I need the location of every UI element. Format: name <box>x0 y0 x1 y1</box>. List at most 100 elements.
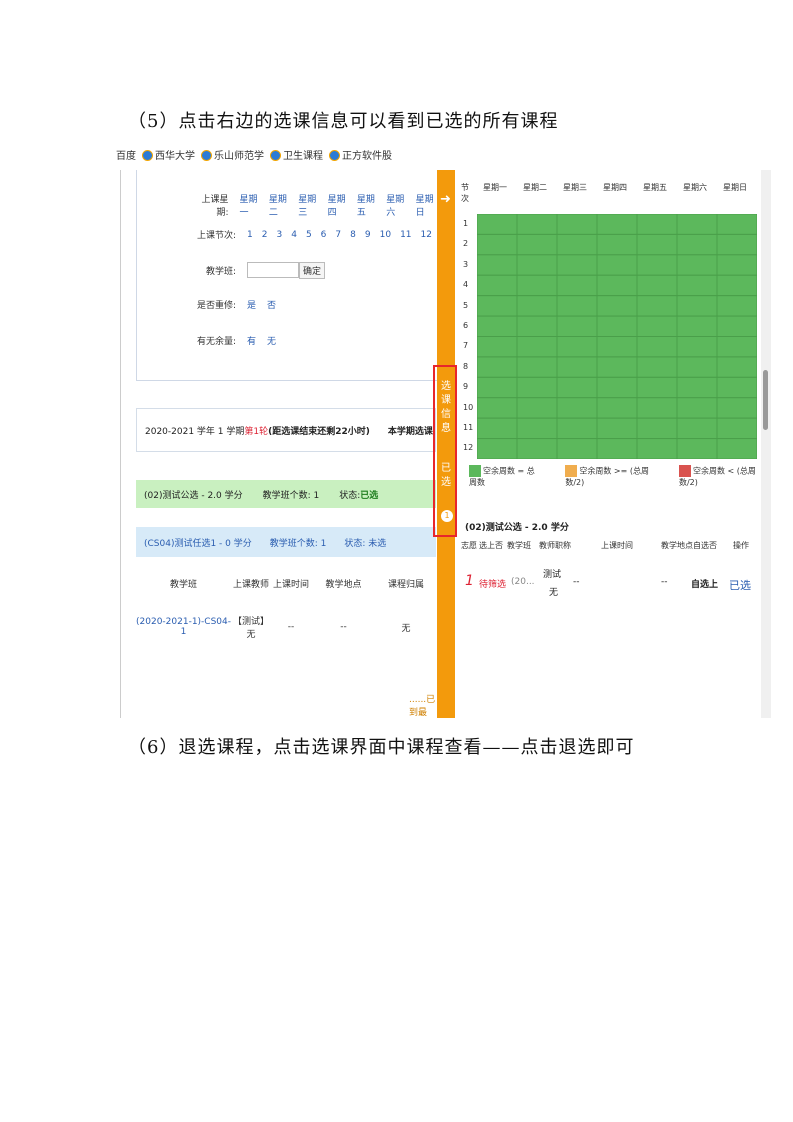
schedule-cell <box>676 254 718 276</box>
course-header-selected[interactable]: (02)测试公选 - 2.0 学分 教学班个数: 1 状态:已选 <box>136 480 436 508</box>
selected-col-header: 选上否 <box>479 541 503 550</box>
schedule-cell <box>476 356 518 378</box>
selected-col-header: 自选否 <box>693 541 717 550</box>
status-badge: 已选 <box>360 490 379 501</box>
schedule-cell <box>716 315 758 338</box>
day-header: 星期四 <box>603 183 627 192</box>
schedule-cell <box>596 356 638 378</box>
period-option[interactable]: 10 <box>380 230 391 240</box>
schedule-cell <box>476 397 518 419</box>
class-input[interactable] <box>247 262 299 278</box>
schedule-cell <box>716 254 758 276</box>
period-filter: 上课节次: 1 2 3 4 5 6 7 8 9 10 11 12 <box>191 228 432 242</box>
bookmark-item[interactable]: 正方软件股 <box>329 147 392 162</box>
period-number: 10 <box>463 402 474 412</box>
schedule-cell <box>516 295 558 317</box>
period-option[interactable]: 8 <box>350 230 356 240</box>
confirm-button[interactable]: 确定 <box>299 262 326 279</box>
schedule-cell <box>716 356 758 378</box>
bookmark-item[interactable]: 百度 <box>116 147 136 162</box>
day-header: 星期三 <box>563 183 587 192</box>
schedule-cell <box>676 315 718 338</box>
schedule-cell <box>676 356 718 378</box>
course-header-unselected[interactable]: (CS04)测试任选1 - 0 学分 教学班个数: 1 状态: 未选 <box>136 527 436 557</box>
period-option[interactable]: 2 <box>262 230 268 240</box>
class-filter: 教学班: 确定 <box>191 262 326 279</box>
table-row[interactable]: (2020-2021-1)-CS04-1 【测试】无 -- -- 无 <box>136 603 436 651</box>
bookmark-label: 百度 <box>116 150 136 162</box>
selected-col-header: 志愿 <box>461 541 477 550</box>
schedule-cell <box>556 254 598 276</box>
weekday-label: 上课星期: <box>201 195 229 218</box>
period-option[interactable]: 11 <box>400 230 411 240</box>
retake-yes[interactable]: 是 <box>247 298 256 311</box>
time-cell: -- <box>573 577 580 587</box>
remaining-yes[interactable]: 有 <box>247 334 256 347</box>
remaining-no[interactable]: 无 <box>267 334 276 347</box>
course-list-pane: 上课星期: 星期一 星期二 星期三 星期四 星期五 星期六 星期日 上课节次: 123456… <box>121 170 438 718</box>
period-number: 7 <box>463 341 469 351</box>
legend-item: 空余周数 < (总周数/2) <box>678 465 759 488</box>
schedule-grid <box>476 213 758 460</box>
bookmarks-bar: 百度 西华大学 乐山师范学 卫生课程 正方软件股 <box>116 144 416 164</box>
pending-cell: 待筛选 <box>479 580 507 590</box>
bookmark-item[interactable]: 西华大学 <box>142 147 195 162</box>
period-option[interactable]: 1 <box>247 230 253 240</box>
period-option[interactable]: 12 <box>421 230 432 240</box>
selected-row: 1 待筛选 (20... 测试 无 -- -- 自选上 已选 <box>461 565 757 605</box>
weekday-option[interactable]: 星期三 <box>298 192 319 218</box>
schedule-cell <box>476 315 518 338</box>
bookmark-label: 正方软件股 <box>342 150 392 162</box>
status-text: 状态: 未选 <box>344 538 387 549</box>
schedule-cell <box>516 417 558 440</box>
schedule-cell <box>676 376 718 399</box>
schedule-cell <box>676 295 718 317</box>
schedule-cell <box>556 274 598 297</box>
weekday-option[interactable]: 星期六 <box>386 192 407 218</box>
period-option[interactable]: 5 <box>306 230 312 240</box>
legend-item: 空余周数 >= (总周数/2) <box>565 465 651 488</box>
bookmark-item[interactable]: 卫生课程 <box>270 147 323 162</box>
retake-no[interactable]: 否 <box>267 298 276 311</box>
schedule-cell <box>716 274 758 297</box>
teacher-title-cell: 无 <box>549 588 559 598</box>
weekday-option[interactable]: 星期五 <box>357 192 378 218</box>
countdown-text: (距选课结束还剩22小时) <box>268 426 370 437</box>
day-header: 星期日 <box>723 183 747 192</box>
period-option[interactable]: 9 <box>365 230 371 240</box>
schedule-cell <box>636 356 678 378</box>
schedule-cell <box>556 213 598 235</box>
weekday-option[interactable]: 星期二 <box>269 192 290 218</box>
weekday-option[interactable]: 星期四 <box>328 192 349 218</box>
arrow-right-icon[interactable]: ➜ <box>440 192 451 207</box>
schedule-cell <box>676 417 718 440</box>
more-link[interactable]: ......已到最 <box>409 692 437 718</box>
schedule-cell <box>716 233 758 256</box>
bookmark-item[interactable]: 乐山师范学 <box>201 147 264 162</box>
schedule-cell <box>476 438 518 460</box>
period-number: 1 <box>463 219 469 228</box>
schedule-pane: 节次 星期一 星期二 星期三 星期四 星期五 星期六 星期日 1 2 3 4 5 6 7 8 9 10 11 12… <box>457 170 759 718</box>
class-table: 教学班 上课教师 上课时间 教学地点 课程归属 (2020-2021-1)-CS… <box>136 563 436 651</box>
schedule-cell <box>716 417 758 440</box>
period-option[interactable]: 3 <box>276 230 282 240</box>
period-option[interactable]: 6 <box>321 230 327 240</box>
period-number: 11 <box>463 422 474 432</box>
schedule-cell <box>516 254 558 276</box>
schedule-cell <box>676 274 718 297</box>
scrollbar-thumb[interactable] <box>763 370 768 430</box>
schedule-cell <box>676 438 718 460</box>
weekday-option[interactable]: 星期一 <box>239 192 260 218</box>
period-column: 1 2 3 4 5 6 7 8 9 10 11 12 <box>457 214 477 459</box>
weekday-option[interactable]: 星期日 <box>416 192 437 218</box>
scrollbar[interactable] <box>761 170 771 718</box>
class-cell: (20... <box>511 577 535 587</box>
period-option[interactable]: 7 <box>335 230 341 240</box>
class-link[interactable]: (2020-2021-1)-CS04-1 <box>136 617 231 637</box>
legend-swatch <box>678 465 691 477</box>
period-option[interactable]: 4 <box>291 230 297 240</box>
schedule-cell <box>596 397 638 419</box>
schedule-cell <box>596 417 638 440</box>
schedule-cell <box>596 438 638 460</box>
selected-action-button[interactable]: 已选 <box>729 577 751 593</box>
